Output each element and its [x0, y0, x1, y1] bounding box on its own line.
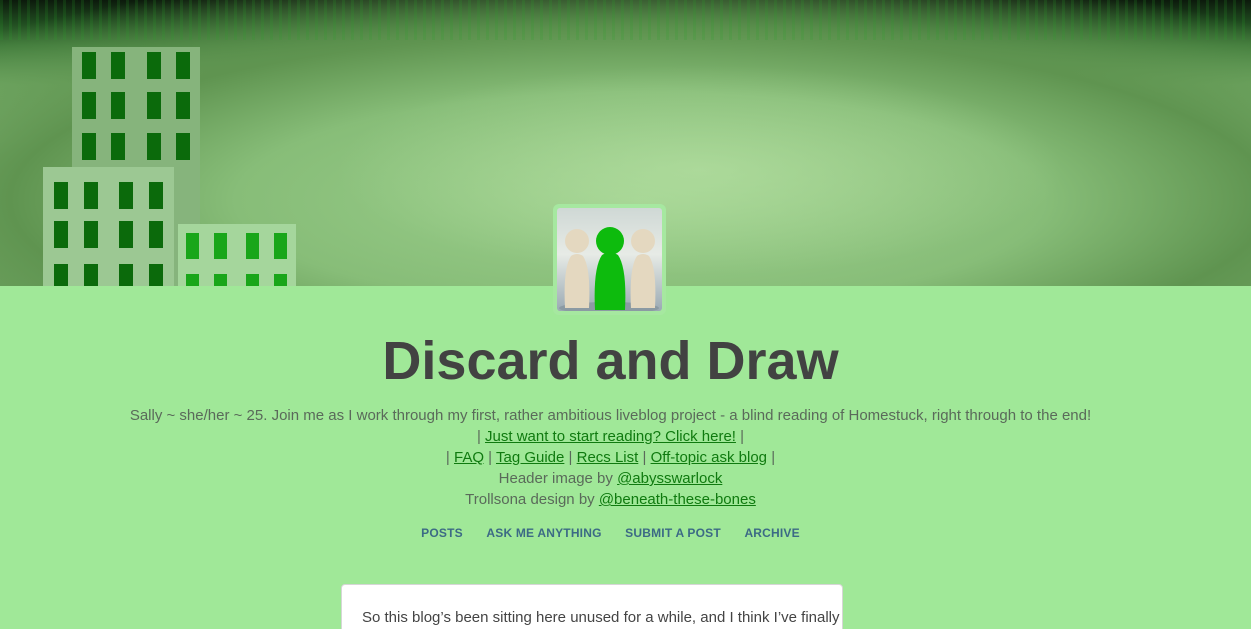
window-pane: [147, 52, 161, 79]
blog-avatar[interactable]: [553, 204, 666, 315]
separator: |: [642, 449, 647, 466]
window-pane: [82, 52, 96, 79]
window-pane: [186, 233, 199, 259]
start-reading-link[interactable]: Just want to start reading? Click here!: [485, 428, 736, 445]
nav-ask-me-anything[interactable]: ASK ME ANYTHING: [486, 526, 601, 540]
window-pane: [84, 264, 98, 286]
separator: |: [476, 428, 481, 445]
trollsona-credit-link[interactable]: @beneath-these-bones: [599, 491, 756, 508]
faq-link[interactable]: FAQ: [454, 449, 484, 466]
post-body-text: So this blog’s been sitting here unused …: [362, 609, 840, 626]
window-pane: [246, 233, 259, 259]
window-pane: [149, 182, 163, 209]
window-pane: [119, 221, 133, 248]
tag-guide-link[interactable]: Tag Guide: [496, 449, 564, 466]
header-credit-text: Header image by: [498, 470, 618, 487]
window-pane: [214, 274, 227, 286]
window-pane: [54, 264, 68, 286]
window-pane: [119, 264, 133, 286]
nav-posts[interactable]: POSTS: [421, 526, 463, 540]
trollsona-credit-line: Trollsona design by @beneath-these-bones: [0, 489, 1221, 510]
window-pane: [111, 92, 125, 119]
nav-submit-a-post[interactable]: SUBMIT A POST: [625, 526, 721, 540]
window-pane: [54, 221, 68, 248]
window-pane: [186, 274, 199, 286]
window-pane: [119, 182, 133, 209]
window-pane: [82, 133, 96, 160]
window-pane: [176, 52, 190, 79]
separator: |: [771, 449, 776, 466]
start-reading-line: | Just want to start reading? Click here…: [0, 426, 1221, 447]
post-card: So this blog’s been sitting here unused …: [341, 584, 843, 629]
window-pane: [176, 92, 190, 119]
window-pane: [274, 233, 287, 259]
window-pane: [246, 274, 259, 286]
window-pane: [149, 221, 163, 248]
blog-title: Discard and Draw: [382, 331, 839, 391]
nav-archive[interactable]: ARCHIVE: [744, 526, 799, 540]
window-pane: [84, 182, 98, 209]
blog-nav: POSTS ASK ME ANYTHING SUBMIT A POST ARCH…: [0, 526, 1221, 540]
separator: |: [568, 449, 573, 466]
trollsona-credit-text: Trollsona design by: [465, 491, 599, 508]
blog-description: Sally ~ she/her ~ 25. Join me as I work …: [0, 405, 1221, 510]
separator: |: [445, 449, 450, 466]
recs-list-link[interactable]: Recs List: [577, 449, 639, 466]
off-topic-ask-blog-link[interactable]: Off-topic ask blog: [651, 449, 767, 466]
window-pane: [147, 92, 161, 119]
avatar-image: [557, 208, 662, 311]
separator: |: [740, 428, 745, 445]
description-text: Sally ~ she/her ~ 25. Join me as I work …: [129, 407, 1092, 424]
window-pane: [274, 274, 287, 286]
window-pane: [82, 92, 96, 119]
window-pane: [149, 264, 163, 286]
blog-links-line: | FAQ | Tag Guide | Recs List | Off-topi…: [0, 447, 1221, 468]
window-pane: [111, 52, 125, 79]
window-pane: [147, 133, 161, 160]
window-pane: [214, 233, 227, 259]
window-pane: [176, 133, 190, 160]
header-credit-line: Header image by @abysswarlock: [0, 468, 1221, 489]
header-credit-link[interactable]: @abysswarlock: [617, 470, 722, 487]
window-pane: [84, 221, 98, 248]
window-pane: [54, 182, 68, 209]
separator: |: [488, 449, 493, 466]
window-pane: [111, 133, 125, 160]
